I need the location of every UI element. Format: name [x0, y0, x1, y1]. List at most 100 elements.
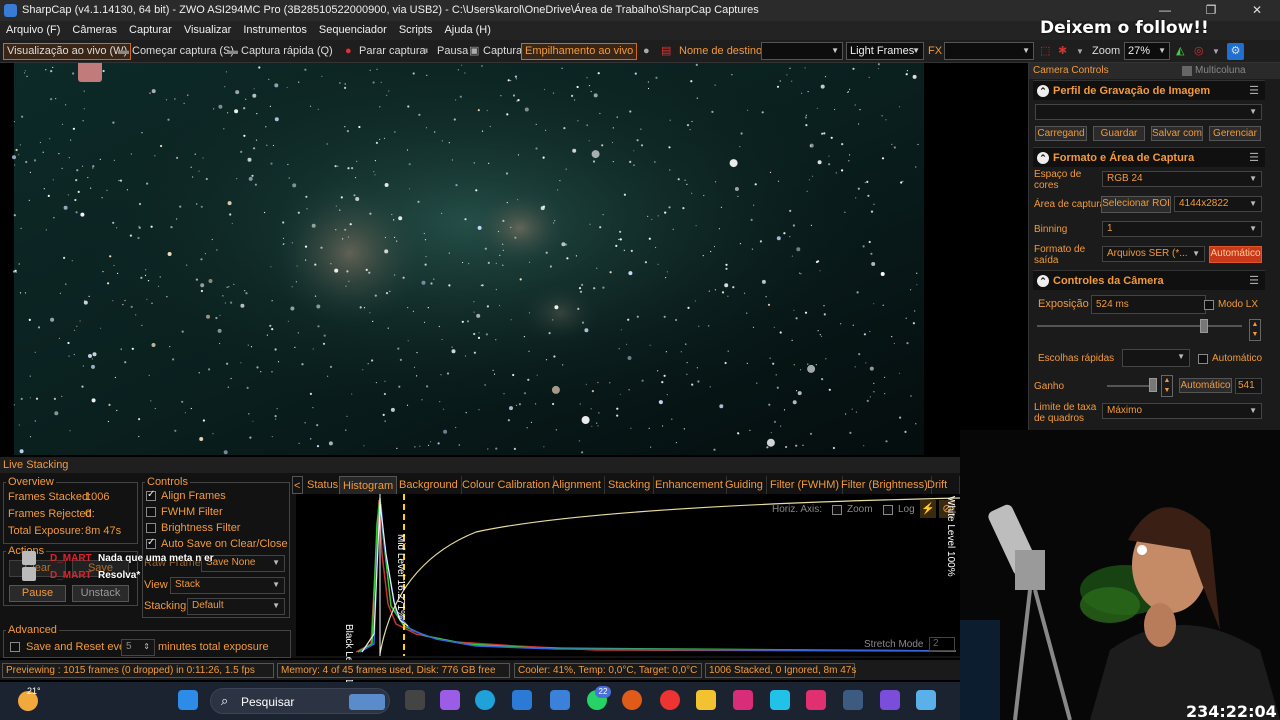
multicolumn-checkbox[interactable] [1182, 66, 1192, 76]
profile-select[interactable]: ▼ [1035, 104, 1262, 120]
taskbar-search[interactable]: ⌕ Pesquisar [210, 688, 390, 714]
tab-drift-graph[interactable]: Drift Gr [924, 476, 960, 509]
menu-file[interactable]: Arquivo (F) [0, 21, 66, 40]
fwhm-filter-checkbox[interactable] [146, 507, 156, 517]
live-image-view[interactable] [0, 63, 1028, 455]
chevron-down-icon[interactable]: ▼ [1076, 43, 1084, 60]
exposure-slider-thumb[interactable] [1200, 319, 1208, 333]
auto-save-checkbox[interactable] [146, 537, 156, 549]
focus-icon[interactable]: ◎ [1194, 43, 1204, 60]
gain-auto-button[interactable]: Automático [1179, 378, 1232, 393]
sharpcap-taskbar-icon[interactable] [843, 690, 863, 710]
menu-icon[interactable]: ☰ [1249, 81, 1259, 101]
quick-picks-select[interactable]: ▼ [1122, 349, 1190, 367]
align-frames-checkbox[interactable] [146, 489, 156, 501]
camera-controls-header[interactable]: ⌃ Controles da Câmera ☰ [1033, 270, 1265, 290]
menu-capture[interactable]: Capturar [123, 21, 178, 40]
save-profile-button[interactable]: Guardar [1093, 126, 1145, 141]
task-view-icon[interactable] [405, 690, 425, 710]
menu-icon[interactable]: ☰ [1249, 271, 1259, 291]
format-section-header[interactable]: ⌃ Formato e Área de Captura ☰ [1033, 147, 1265, 167]
tab-filter-brightness[interactable]: Filter (Brightness) [838, 476, 932, 494]
save-as-profile-button[interactable]: Salvar com [1151, 126, 1203, 141]
gain-stepper[interactable]: ▲ ▼ [1161, 375, 1173, 397]
live-stack-button[interactable]: Empilhamento ao vivo [521, 43, 638, 60]
menu-help[interactable]: Ajuda (H) [438, 21, 496, 40]
pause-button[interactable]: Pausa [437, 43, 468, 60]
settings-icon[interactable]: ⚙ [1227, 43, 1244, 60]
auto-stretch-icon[interactable]: ⚡ [920, 500, 936, 518]
minutes-input[interactable]: 5 ⇕ [121, 639, 155, 656]
histogram-view[interactable]: Horiz. Axis: Zoom Log ⚡ ⊘ Black Level 12… [296, 494, 961, 717]
zoom-select[interactable]: 27% ▼ [1124, 42, 1170, 60]
brightness-filter-checkbox[interactable] [146, 523, 156, 533]
unstack-button[interactable]: Unstack [72, 585, 129, 602]
grid-icon[interactable]: ⬚ [1040, 43, 1050, 60]
tab-histogram[interactable]: Histogram [339, 476, 398, 494]
gain-value[interactable]: 541 [1235, 378, 1262, 394]
tab-stacking[interactable]: Stacking [605, 476, 655, 494]
windows-start-icon[interactable] [178, 690, 198, 710]
gain-slider-thumb[interactable] [1149, 378, 1157, 392]
start-capture-button[interactable]: Começar captura (S) [132, 43, 234, 60]
exposure-slider-track[interactable] [1037, 325, 1242, 327]
frame-rate-select[interactable]: Máximo ▼ [1102, 403, 1262, 419]
quick-capture-button[interactable]: Captura rápida (Q) [241, 43, 333, 60]
menu-icon[interactable]: ☰ [1249, 148, 1259, 168]
tab-filter-fwhm[interactable]: Filter (FWHM) [767, 476, 844, 494]
menu-view[interactable]: Visualizar [178, 21, 238, 40]
collapse-icon[interactable]: ⌃ [1037, 152, 1049, 164]
frame-type-select[interactable]: Light Frames ▼ [846, 42, 924, 60]
view-select[interactable]: Stack ▼ [170, 577, 285, 594]
tab-scroll-left[interactable]: < [292, 476, 303, 494]
app-icon[interactable] [770, 690, 790, 710]
collapse-icon[interactable]: ⌃ [1037, 275, 1049, 287]
copilot-icon[interactable] [440, 690, 460, 710]
edge-icon[interactable] [475, 690, 495, 710]
load-profile-button[interactable]: Carregand [1035, 126, 1087, 141]
save-reset-checkbox[interactable] [10, 642, 20, 652]
opera-icon[interactable] [622, 690, 642, 710]
store-icon[interactable] [512, 690, 532, 710]
menu-scripts[interactable]: Scripts [393, 21, 439, 40]
stop-capture-button[interactable]: Parar captura [359, 43, 426, 60]
output-format-select[interactable]: Arquivos SER (*... ▼ [1102, 246, 1205, 262]
stretch-mode-input[interactable]: 2 [929, 637, 955, 651]
app-icon[interactable] [550, 690, 570, 710]
log-checkbox[interactable] [883, 505, 893, 515]
auto-exposure-checkbox[interactable] [1198, 354, 1208, 364]
app-icon[interactable] [806, 690, 826, 710]
collapse-icon[interactable]: ⌃ [1037, 85, 1049, 97]
exposure-stepper[interactable]: ▲ ▼ [1249, 319, 1261, 341]
resolution-select[interactable]: 4144x2822 ▼ [1174, 196, 1262, 212]
menu-sequencer[interactable]: Sequenciador [313, 21, 393, 40]
auto-output-button[interactable]: Automático [1209, 246, 1262, 263]
fx-select[interactable]: ▼ [944, 42, 1034, 60]
menu-tools[interactable]: Instrumentos [237, 21, 313, 40]
tab-alignment[interactable]: Alignment [549, 476, 605, 494]
zoom-checkbox[interactable] [832, 505, 842, 515]
chrome-icon[interactable] [660, 690, 680, 710]
notepad-icon[interactable] [916, 690, 936, 710]
close-button[interactable]: ✕ [1234, 0, 1280, 21]
tab-status[interactable]: Status [304, 476, 343, 494]
tab-colour-calibration[interactable]: Colour Calibration [459, 476, 555, 494]
histogram-icon[interactable]: ◭ [1176, 43, 1184, 60]
crosshair-icon[interactable]: ✱ [1058, 43, 1067, 60]
tab-background[interactable]: Background [396, 476, 462, 494]
gain-slider-track[interactable] [1107, 385, 1155, 387]
stacking-select[interactable]: Default ▼ [187, 598, 285, 615]
lx-mode-checkbox[interactable] [1204, 300, 1214, 310]
binning-select[interactable]: 1 ▼ [1102, 221, 1262, 237]
folder-icon[interactable] [696, 690, 716, 710]
target-name-select[interactable]: ▼ [761, 42, 843, 60]
app-icon[interactable] [733, 690, 753, 710]
manage-profile-button[interactable]: Gerenciar [1209, 126, 1261, 141]
live-view-button[interactable]: Visualização ao vivo (W) [3, 43, 132, 60]
capture-button[interactable]: Captura [483, 43, 522, 60]
menu-cameras[interactable]: Câmeras [66, 21, 123, 40]
exposure-input[interactable]: 524 ms [1091, 295, 1206, 314]
chevron-down-icon[interactable]: ▼ [1212, 43, 1220, 60]
pause-button[interactable]: Pause [9, 585, 66, 602]
tab-guiding[interactable]: Guiding [722, 476, 767, 494]
